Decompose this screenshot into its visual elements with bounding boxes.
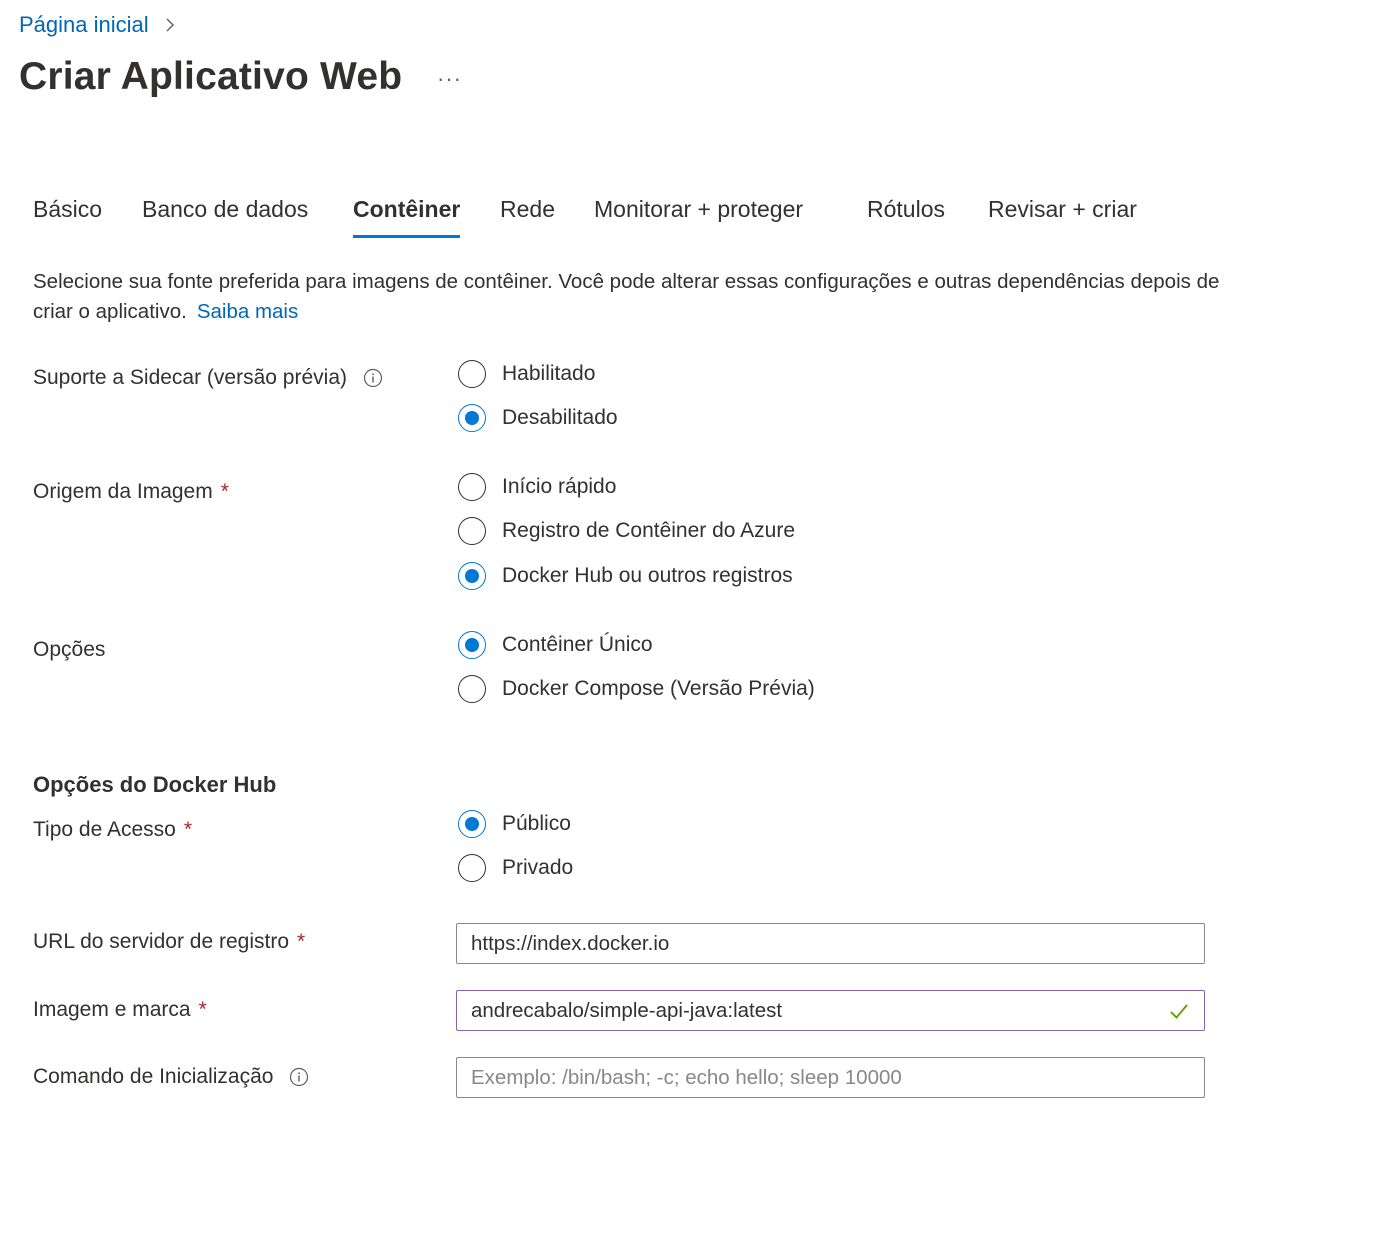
required-marker: * [220, 480, 229, 503]
radio-label: Docker Hub ou outros registros [502, 564, 793, 587]
radio-dot [465, 638, 479, 652]
more-options-button[interactable]: ··· [437, 66, 462, 92]
radio-button[interactable] [458, 473, 486, 501]
radio-privado[interactable]: Privado [458, 852, 573, 884]
startup-command-label: Comando de Inicialização [33, 1065, 309, 1089]
radio-publico[interactable]: Público [458, 808, 573, 840]
required-marker: * [297, 930, 306, 953]
radio-habilitado[interactable]: Habilitado [458, 358, 618, 390]
radio-button-checked[interactable] [458, 562, 486, 590]
tab-monitorar-proteger[interactable]: Monitorar + proteger [594, 196, 803, 235]
radio-dot [465, 411, 479, 425]
required-marker: * [183, 818, 192, 841]
tab-rotulos[interactable]: Rótulos [867, 196, 945, 235]
radio-desabilitado[interactable]: Desabilitado [458, 402, 618, 434]
radio-button-checked[interactable] [458, 631, 486, 659]
radio-dot [465, 817, 479, 831]
radio-docker-compose[interactable]: Docker Compose (Versão Prévia) [458, 673, 815, 705]
startup-command-label-text: Comando de Inicialização [33, 1065, 274, 1088]
radio-conteiner-unico[interactable]: Contêiner Único [458, 629, 815, 661]
radio-label: Início rápido [502, 475, 617, 498]
radio-dot [465, 569, 479, 583]
radio-button[interactable] [458, 360, 486, 388]
tab-conteiner[interactable]: Contêiner [353, 196, 461, 238]
registry-url-input[interactable]: https://index.docker.io [456, 923, 1205, 964]
access-type-radio-group: Público Privado [458, 808, 573, 884]
learn-more-link[interactable]: Saiba mais [197, 300, 298, 323]
page-title: Criar Aplicativo Web [19, 55, 403, 98]
radio-label: Desabilitado [502, 406, 618, 429]
radio-button-checked[interactable] [458, 404, 486, 432]
radio-button[interactable] [458, 675, 486, 703]
radio-registro-azure[interactable]: Registro de Contêiner do Azure [458, 515, 795, 547]
image-tag-value: andrecabalo/simple-api-java:latest [471, 998, 783, 1022]
image-source-radio-group: Início rápido Registro de Contêiner do A… [458, 471, 795, 592]
registry-url-value: https://index.docker.io [471, 931, 670, 955]
tab-revisar-criar[interactable]: Revisar + criar [988, 196, 1137, 235]
radio-button[interactable] [458, 854, 486, 882]
access-type-label: Tipo de Acesso * [33, 818, 192, 842]
sidecar-radio-group: Habilitado Desabilitado [458, 358, 618, 434]
radio-label: Habilitado [502, 362, 596, 385]
radio-label: Registro de Contêiner do Azure [502, 519, 796, 542]
sidecar-label: Suporte a Sidecar (versão prévia) [33, 366, 383, 390]
checkmark-icon [1170, 1003, 1188, 1019]
image-tag-label: Imagem e marca * [33, 998, 207, 1022]
info-icon[interactable] [289, 1067, 309, 1087]
radio-label: Docker Compose (Versão Prévia) [502, 677, 815, 700]
options-radio-group: Contêiner Único Docker Compose (Versão P… [458, 629, 815, 705]
tab-basico[interactable]: Básico [33, 196, 102, 235]
info-icon[interactable] [363, 368, 383, 388]
image-tag-input[interactable]: andrecabalo/simple-api-java:latest [456, 990, 1205, 1031]
image-source-label: Origem da Imagem * [33, 480, 229, 504]
image-tag-label-text: Imagem e marca [33, 998, 191, 1021]
sidecar-label-text: Suporte a Sidecar (versão prévia) [33, 366, 347, 389]
radio-label: Privado [502, 856, 574, 879]
radio-button[interactable] [458, 517, 486, 545]
startup-command-placeholder: Exemplo: /bin/bash; -c; echo hello; slee… [471, 1065, 902, 1089]
options-label: Opções [33, 638, 105, 662]
breadcrumb-home-link[interactable]: Página inicial [19, 12, 149, 38]
image-source-label-text: Origem da Imagem [33, 480, 213, 503]
radio-docker-hub[interactable]: Docker Hub ou outros registros [458, 560, 795, 592]
breadcrumb: Página inicial [19, 10, 177, 40]
startup-command-input[interactable]: Exemplo: /bin/bash; -c; echo hello; slee… [456, 1057, 1205, 1098]
tab-rede[interactable]: Rede [500, 196, 555, 235]
radio-button-checked[interactable] [458, 810, 486, 838]
registry-url-label-text: URL do servidor de registro [33, 930, 289, 953]
options-label-text: Opções [33, 638, 106, 661]
access-type-label-text: Tipo de Acesso [33, 818, 176, 841]
radio-label: Contêiner Único [502, 633, 653, 656]
intro-description: Selecione sua fonte preferida para image… [33, 267, 1233, 327]
radio-inicio-rapido[interactable]: Início rápido [458, 471, 795, 503]
registry-url-label: URL do servidor de registro * [33, 930, 305, 954]
chevron-right-icon [166, 18, 174, 32]
docker-hub-section-heading: Opções do Docker Hub [33, 772, 277, 797]
radio-label: Público [502, 812, 571, 835]
required-marker: * [198, 998, 207, 1021]
tab-banco-de-dados[interactable]: Banco de dados [142, 196, 308, 235]
